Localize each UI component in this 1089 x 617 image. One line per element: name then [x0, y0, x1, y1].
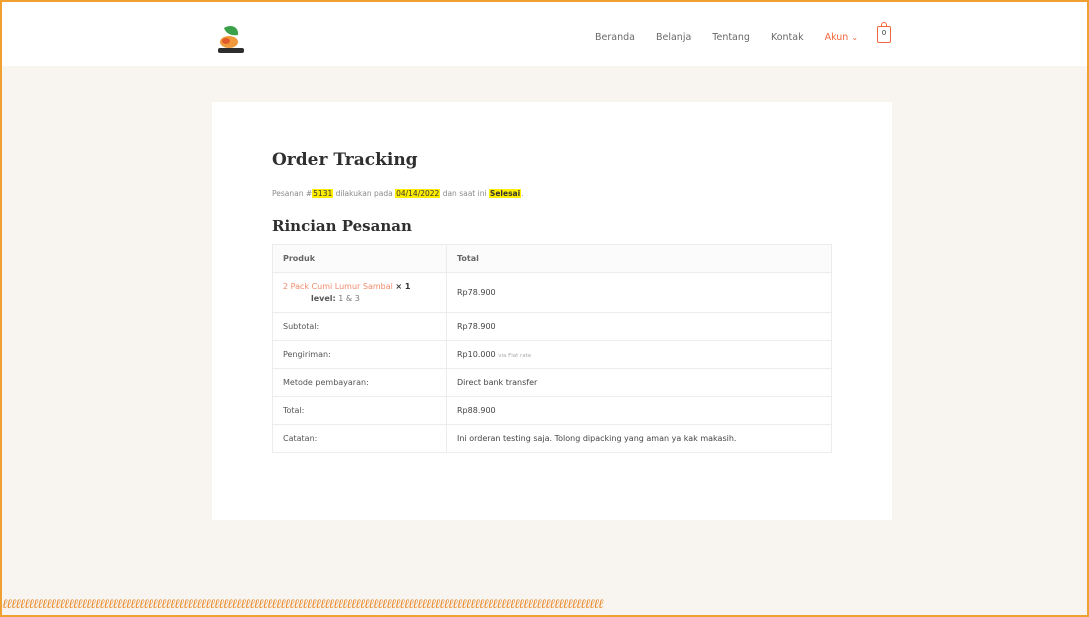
nav-item-akun[interactable]: Akun ⌄ — [825, 32, 858, 43]
chevron-down-icon: ⌄ — [851, 33, 859, 42]
page-title: Order Tracking — [272, 150, 418, 170]
item-meta: level: 1 & 3 — [283, 294, 436, 303]
page-frame: Beranda Belanja Tentang Kontak Akun ⌄ 0 O… — [0, 0, 1089, 617]
logo-icon — [218, 26, 244, 53]
row-value: Rp10.000 — [457, 350, 496, 359]
product-link[interactable]: 2 Pack Cumi Lumur Sambal — [283, 282, 393, 291]
order-number: 5131 — [312, 189, 334, 198]
item-meta-key: level: — [311, 294, 336, 303]
content-card: Order Tracking Pesanan #5131 dilakukan p… — [212, 102, 892, 520]
notice-suffix: . — [521, 189, 524, 198]
row-value: Ini orderan testing saja. Tolong dipacki… — [446, 424, 832, 453]
table-row-shipping: Pengiriman: Rp10.000 via Flat rate — [272, 340, 832, 369]
cart-button[interactable]: 0 — [877, 22, 891, 43]
table-row-payment-method: Metode pembayaran: Direct bank transfer — [272, 368, 832, 397]
order-details-title: Rincian Pesanan — [272, 217, 412, 235]
item-line: 2 Pack Cumi Lumur Sambal × 1 — [283, 282, 436, 291]
table-row-subtotal: Subtotal: Rp78.900 — [272, 312, 832, 341]
table-header-row: Produk Total — [272, 244, 832, 273]
nav-item-kontak[interactable]: Kontak — [771, 32, 804, 43]
order-details-table: Produk Total 2 Pack Cumi Lumur Sambal × … — [272, 244, 832, 453]
shopping-bag-icon — [881, 22, 887, 27]
col-header-product: Produk — [272, 244, 447, 273]
item-cell: 2 Pack Cumi Lumur Sambal × 1 level: 1 & … — [272, 272, 447, 313]
row-label: Total: — [272, 396, 447, 425]
row-value: Direct bank transfer — [446, 368, 832, 397]
notice-mid2: dan saat ini — [440, 189, 489, 198]
cart-count: 0 — [881, 29, 887, 37]
notice-prefix: Pesanan # — [272, 189, 313, 198]
nav-item-belanja[interactable]: Belanja — [656, 32, 691, 43]
order-date: 04/14/2022 — [395, 189, 441, 198]
row-value-cell: Rp10.000 via Flat rate — [446, 340, 832, 369]
table-row-item: 2 Pack Cumi Lumur Sambal × 1 level: 1 & … — [272, 272, 832, 313]
col-header-total: Total — [446, 244, 832, 273]
site-header: Beranda Belanja Tentang Kontak Akun ⌄ 0 — [2, 2, 1087, 66]
footer-wave-decoration: ℓℓℓℓℓℓℓℓℓℓℓℓℓℓℓℓℓℓℓℓℓℓℓℓℓℓℓℓℓℓℓℓℓℓℓℓℓℓℓℓ… — [2, 597, 603, 610]
item-meta-value: 1 & 3 — [338, 294, 360, 303]
nav-account-label: Akun — [824, 32, 849, 43]
nav-item-beranda[interactable]: Beranda — [595, 32, 635, 43]
row-label: Metode pembayaran: — [272, 368, 447, 397]
order-status: Selesai — [488, 189, 522, 198]
order-notice: Pesanan #5131 dilakukan pada 04/14/2022 … — [272, 189, 524, 198]
row-value: Rp78.900 — [446, 312, 832, 341]
site-logo[interactable] — [215, 24, 249, 56]
row-value: Rp88.900 — [446, 396, 832, 425]
main-nav: Beranda Belanja Tentang Kontak Akun ⌄ — [595, 32, 879, 43]
item-total: Rp78.900 — [446, 272, 832, 313]
product-quantity: × 1 — [395, 282, 411, 291]
table-row-note: Catatan: Ini orderan testing saja. Tolon… — [272, 424, 832, 453]
row-label: Catatan: — [272, 424, 447, 453]
row-label: Pengiriman: — [272, 340, 447, 369]
shipping-method-note: via Flat rate — [498, 353, 532, 359]
nav-item-tentang[interactable]: Tentang — [712, 32, 750, 43]
table-row-total: Total: Rp88.900 — [272, 396, 832, 425]
row-label: Subtotal: — [272, 312, 447, 341]
notice-mid1: dilakukan pada — [333, 189, 396, 198]
